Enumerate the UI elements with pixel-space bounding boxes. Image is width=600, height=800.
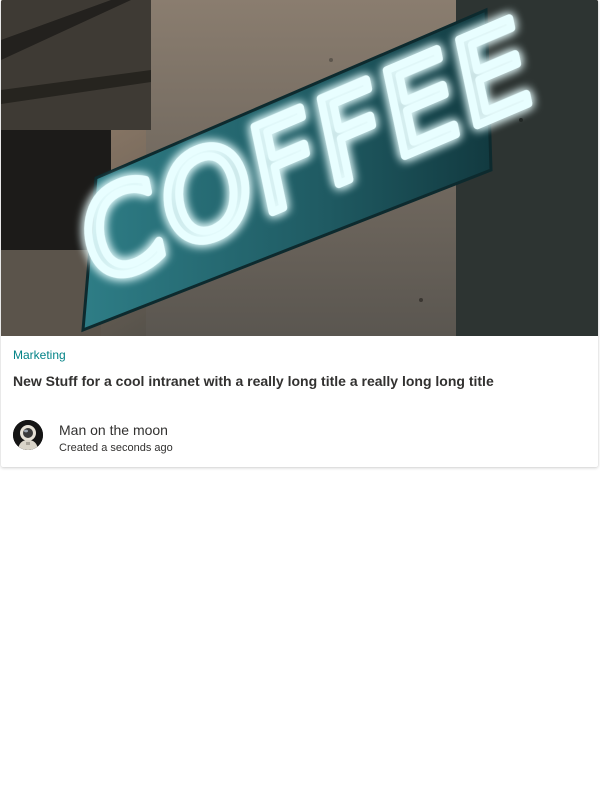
created-timestamp: Created a seconds ago	[59, 442, 173, 454]
author-avatar[interactable]	[13, 420, 43, 450]
astronaut-avatar-icon	[13, 420, 43, 450]
category-label[interactable]: Marketing	[13, 348, 66, 362]
news-title[interactable]: New Stuff for a cool intranet with a rea…	[13, 372, 583, 390]
neon-coffee-sign-image: COFFEE	[1, 0, 598, 336]
hero-image[interactable]: COFFEE	[1, 0, 598, 336]
news-card[interactable]: COFFEE Marketing New Stuff for a cool in…	[1, 0, 598, 467]
author-name[interactable]: Man on the moon	[59, 422, 168, 438]
